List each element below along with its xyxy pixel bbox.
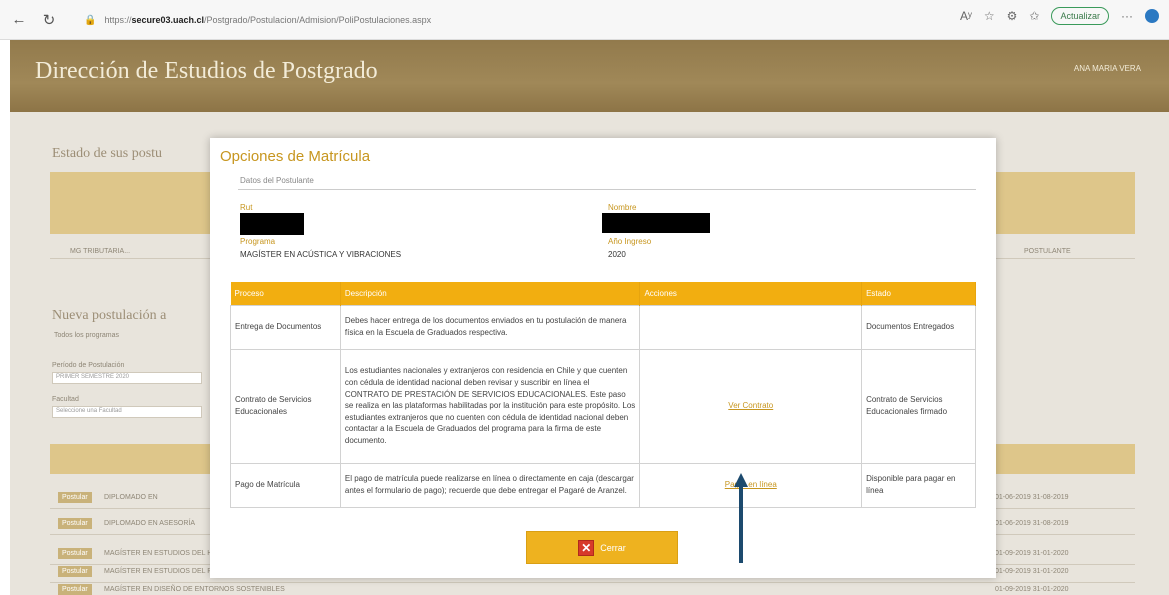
bg-period-select[interactable]: PRIMER SEMESTRE 2020 <box>52 372 202 384</box>
header-actions: Acciones <box>639 282 863 305</box>
bg-program-name: MAGÍSTER EN DISEÑO DE ENTORNOS SOSTENIBL… <box>104 586 285 593</box>
row-action <box>639 304 863 350</box>
bg-status-row-program: MG TRIBUTARIA... <box>70 248 131 255</box>
bg-status-row-state: POSTULANTE <box>1024 248 1071 255</box>
table-header-row: Proceso Descripción Acciones Estado <box>230 282 976 305</box>
rut-redacted-value <box>240 213 304 235</box>
table-row: Contrato de Servicios Educacionales Los … <box>230 348 976 464</box>
row-action: Ver Contrato <box>639 348 863 464</box>
bg-faculty-label: Facultad <box>52 396 79 403</box>
enrollment-process-table: Proceso Descripción Acciones Estado Entr… <box>230 282 976 508</box>
bg-program-dates: 01-09-2019 31-01-2020 <box>995 586 1069 593</box>
app-title: Dirección de Estudios de Postgrado <box>35 58 378 84</box>
header-description: Descripción <box>340 282 641 305</box>
row-action: Pagar en línea <box>639 462 863 508</box>
bg-faculty-select[interactable]: Seleccione una Facultad <box>52 406 202 418</box>
edge-logo-icon[interactable] <box>1145 9 1159 23</box>
more-menu-icon[interactable]: ··· <box>1121 9 1133 23</box>
app-header: Dirección de Estudios de Postgrado ANA M… <box>10 40 1169 112</box>
row-status: Contrato de Servicios Educacionales firm… <box>861 348 976 464</box>
close-button-label: Cerrar <box>600 542 626 553</box>
row-status: Disponible para pagar en línea <box>861 462 976 508</box>
enrollment-options-dialog: Opciones de Matrícula Datos del Postulan… <box>210 138 996 578</box>
bg-apply-button[interactable]: Postular <box>58 492 92 503</box>
annotation-arrow-icon <box>734 473 748 563</box>
name-redacted-value <box>602 213 710 233</box>
url-prefix: https:// <box>104 15 132 25</box>
bg-section-new-hint: Todos los programas <box>54 332 119 339</box>
row-process: Entrega de Documentos <box>230 304 341 350</box>
program-value: MAGÍSTER EN ACÚSTICA Y VIBRACIONES <box>240 250 402 259</box>
favorites-list-icon[interactable]: ✩ <box>1029 9 1039 23</box>
bg-apply-button[interactable]: Postular <box>58 566 92 577</box>
update-button[interactable]: Actualizar <box>1051 7 1109 25</box>
row-process: Contrato de Servicios Educacionales <box>230 348 341 464</box>
bg-section-status-title: Estado de sus postu <box>52 146 163 161</box>
url-path: /Postgrado/Postulacion/Admision/PoliPost… <box>204 15 432 25</box>
row-description: El pago de matrícula puede realizarse en… <box>339 462 641 508</box>
table-row: Entrega de Documentos Debes hacer entreg… <box>230 304 976 350</box>
user-name[interactable]: ANA MARIA VERA <box>1074 64 1141 73</box>
read-aloud-icon[interactable]: Aʸ <box>960 9 972 23</box>
bg-program-name: DIPLOMADO EN ASESORÍA <box>104 520 196 527</box>
bg-section-new-title: Nueva postulación a <box>52 308 167 323</box>
browser-toolbar: ← ↻ 🔒 https:// secure03.uach.cl /Postgra… <box>0 0 1169 40</box>
header-status: Estado <box>861 282 976 305</box>
lock-icon: 🔒 <box>84 14 97 26</box>
bg-program-dates: 01-09-2019 31-01-2020 <box>995 568 1069 575</box>
close-button[interactable]: ✕ Cerrar <box>526 531 678 564</box>
row-process: Pago de Matrícula <box>230 462 341 508</box>
view-contract-link[interactable]: Ver Contrato <box>728 401 773 410</box>
bg-period-label: Período de Postulación <box>52 362 125 369</box>
bg-apply-button[interactable]: Postular <box>58 548 92 559</box>
header-process: Proceso <box>230 282 341 305</box>
bg-apply-button[interactable]: Postular <box>58 584 92 595</box>
entry-year-value: 2020 <box>608 250 626 259</box>
row-description: Debes hacer entrega de los documentos en… <box>339 304 641 350</box>
name-label: Nombre <box>608 203 637 212</box>
favorite-star-icon[interactable]: ☆ <box>984 9 995 23</box>
bg-program-name: DIPLOMADO EN <box>104 494 158 501</box>
dialog-title: Opciones de Matrícula <box>220 148 371 165</box>
bg-program-dates: 01-06-2019 31-08-2019 <box>995 494 1069 501</box>
bg-program-dates: 01-06-2019 31-08-2019 <box>995 520 1069 527</box>
applicant-section-label: Datos del Postulante <box>240 176 314 185</box>
url-host: secure03.uach.cl <box>131 15 205 25</box>
program-label: Programa <box>240 237 276 246</box>
close-icon: ✕ <box>578 539 595 556</box>
rut-label: Rut <box>240 203 253 212</box>
bg-program-dates: 01-09-2019 31-01-2020 <box>995 550 1069 557</box>
back-arrow-icon[interactable]: ← <box>8 9 30 31</box>
row-description: Los estudiantes nacionales y extranjeros… <box>339 348 641 464</box>
bg-apply-button[interactable]: Postular <box>58 518 92 529</box>
address-bar[interactable]: 🔒 https:// secure03.uach.cl /Postgrado/P… <box>84 8 864 32</box>
extensions-icon[interactable]: ⚙ <box>1007 9 1018 23</box>
refresh-icon[interactable]: ↻ <box>38 9 60 31</box>
entry-year-label: Año Ingreso <box>608 237 652 246</box>
app-window: Dirección de Estudios de Postgrado ANA M… <box>10 40 1169 595</box>
table-row: Pago de Matrícula El pago de matrícula p… <box>230 462 976 508</box>
row-status: Documentos Entregados <box>861 304 976 350</box>
